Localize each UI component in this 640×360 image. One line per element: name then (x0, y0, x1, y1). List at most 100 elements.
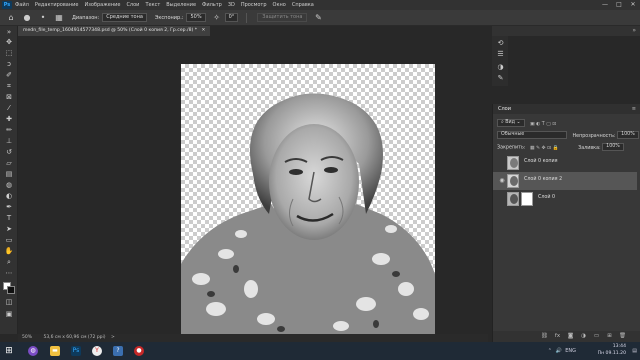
lasso-tool-icon[interactable]: ↄ (3, 60, 15, 69)
tray-chevron-icon[interactable]: ⌃ (548, 348, 552, 354)
pressure-icon[interactable]: ✎ (313, 13, 323, 23)
visibility-toggle-off[interactable] (499, 159, 505, 167)
menu-filter[interactable]: Фильтр (202, 2, 222, 8)
airbrush-icon[interactable]: ✧ (212, 13, 222, 23)
range-select[interactable]: Средние тона (102, 13, 147, 22)
background-color-swatch[interactable] (7, 286, 15, 294)
app-icon-purple[interactable]: ◍ (28, 346, 38, 356)
record-app-icon[interactable]: ● (134, 346, 144, 356)
blend-mode-select[interactable]: Обычные (497, 131, 567, 139)
file-explorer-icon[interactable]: ▬ (50, 346, 60, 356)
crop-tool-icon[interactable]: ⌗ (3, 82, 15, 91)
input-language[interactable]: ENG (565, 348, 576, 354)
visibility-toggle-off[interactable] (499, 195, 505, 203)
history-brush-tool-icon[interactable]: ↺ (3, 148, 15, 157)
blur-tool-icon[interactable]: ◍ (3, 181, 15, 190)
menu-view[interactable]: Просмотр (241, 2, 267, 8)
more-tools-icon[interactable]: ⋯ (3, 269, 15, 278)
menu-select[interactable]: Выделение (166, 2, 196, 8)
layer-row-selected[interactable]: ◉ Слой 0 копия 2 (493, 172, 637, 190)
menu-edit[interactable]: Редактирование (35, 2, 79, 8)
type-tool-icon[interactable]: T (3, 214, 15, 223)
frame-tool-icon[interactable]: ⊠ (3, 93, 15, 102)
history-panel-icon[interactable]: ⟲ (496, 39, 505, 48)
clock[interactable]: 13:44 Пн 09.11.20 (598, 343, 626, 359)
menu-3d[interactable]: 3D (228, 2, 235, 8)
opacity-field[interactable]: 100% (617, 131, 639, 139)
app-icon-blue[interactable]: ? (113, 346, 123, 356)
hand-tool-icon[interactable]: ✋ (3, 247, 15, 256)
mask-icon[interactable]: ◙ (567, 333, 574, 340)
layer-mask-thumbnail[interactable] (521, 192, 533, 206)
rectangle-tool-icon[interactable]: ▭ (3, 236, 15, 245)
menu-help[interactable]: Справка (292, 2, 314, 8)
layers-panel-title[interactable]: Слои (498, 104, 511, 114)
collapse-panels-icon[interactable]: » (632, 26, 636, 36)
document-tab[interactable]: medn_file_temp_1604914577348.psd @ 50% (… (18, 26, 211, 36)
adjustment-icon[interactable]: ◑ (580, 333, 587, 340)
quick-select-tool-icon[interactable]: ✐ (3, 71, 15, 80)
minimize-button[interactable]: — (598, 0, 612, 10)
marquee-tool-icon[interactable]: ⬚ (3, 49, 15, 58)
pen-tool-icon[interactable]: ✒ (3, 203, 15, 212)
quick-mask-icon[interactable]: ◫ (3, 298, 15, 307)
menu-layers[interactable]: Слои (126, 2, 139, 8)
layer-filter-select[interactable]: ⌕ Вид ⌄ (497, 119, 525, 127)
layer-name[interactable]: Слой 0 копия (524, 159, 558, 164)
layer-row[interactable]: Слой 0 (493, 190, 637, 208)
brush-preset-icon[interactable]: • (38, 13, 48, 23)
collapse-toolbar-icon[interactable]: » (3, 28, 15, 37)
maximize-button[interactable]: □ (612, 0, 626, 10)
photoshop-logo[interactable]: Ps (2, 1, 12, 9)
eyedropper-tool-icon[interactable]: ⁄ (3, 104, 15, 113)
exposure-field[interactable]: 50% (186, 13, 206, 22)
brush-tool-icon[interactable]: ✏ (3, 126, 15, 135)
zoom-tool-icon[interactable]: ⌕ (3, 258, 15, 267)
tray-volume-icon[interactable]: 🔊 (556, 348, 562, 354)
layer-name[interactable]: Слой 0 (538, 195, 555, 200)
dodge-tool-icon[interactable]: ◐ (3, 192, 15, 201)
home-icon[interactable]: ⌂ (6, 13, 16, 23)
zoom-level[interactable]: 50% (22, 335, 32, 340)
filter-icons[interactable]: ▣ ◐ T ▢ ⊡ (530, 122, 556, 127)
link-icon[interactable]: ⛓ (541, 333, 548, 340)
menu-file[interactable]: Файл (15, 2, 29, 8)
trash-icon[interactable]: 🗑 (619, 333, 626, 340)
canvas-area[interactable] (18, 36, 488, 334)
menu-image[interactable]: Изображение (84, 2, 120, 8)
eraser-tool-icon[interactable]: ▱ (3, 159, 15, 168)
panel-menu-icon[interactable]: ≡ (632, 104, 636, 114)
layer-name[interactable]: Слой 0 копия 2 (524, 177, 562, 182)
start-icon[interactable]: ⊞ (4, 346, 14, 356)
clone-stamp-tool-icon[interactable]: ⊥ (3, 137, 15, 146)
eye-icon[interactable]: ◉ (499, 177, 505, 185)
gradient-tool-icon[interactable]: ▤ (3, 170, 15, 179)
angle-field[interactable]: 0° (224, 13, 239, 22)
protect-tones-button[interactable]: Защитить тона (257, 13, 308, 22)
lock-icons[interactable]: ▦ ✎ ✥ ⊡ 🔒 (530, 146, 559, 151)
layer-row[interactable]: Слой 0 копия (493, 154, 637, 172)
photoshop-taskbar-icon[interactable]: Ps (71, 346, 81, 356)
screen-mode-icon[interactable]: ▣ (3, 310, 15, 319)
notifications-icon[interactable]: ▤ (632, 348, 637, 354)
healing-brush-tool-icon[interactable]: ✚ (3, 115, 15, 124)
document-tab-close-icon[interactable]: ✕ (202, 28, 206, 33)
dodge-tool-preset-icon[interactable]: ● (22, 13, 32, 23)
fill-field[interactable]: 100% (602, 143, 624, 151)
properties-panel-icon[interactable]: ☰ (496, 50, 505, 59)
document-canvas[interactable] (181, 64, 435, 334)
fx-icon[interactable]: fx (554, 333, 561, 340)
move-tool-icon[interactable]: ✥ (3, 38, 15, 47)
folder-icon[interactable]: ▭ (593, 333, 600, 340)
new-layer-icon[interactable]: ⊞ (606, 333, 613, 340)
close-window-button[interactable]: ✕ (626, 0, 640, 10)
brush-settings-icon[interactable]: ▦ (54, 13, 64, 23)
paths-panel-icon[interactable]: ✎ (496, 74, 505, 83)
menu-window[interactable]: Окно (273, 2, 286, 8)
yandex-browser-icon[interactable]: Y (92, 346, 102, 356)
status-bar: 50% 53,6 см x 60,96 см (72 ppi) > (18, 334, 488, 342)
path-select-tool-icon[interactable]: ➤ (3, 225, 15, 234)
adjustments-panel-icon[interactable]: ◑ (496, 63, 505, 72)
status-menu-arrow[interactable]: > (111, 335, 115, 340)
menu-type[interactable]: Текст (145, 2, 160, 8)
